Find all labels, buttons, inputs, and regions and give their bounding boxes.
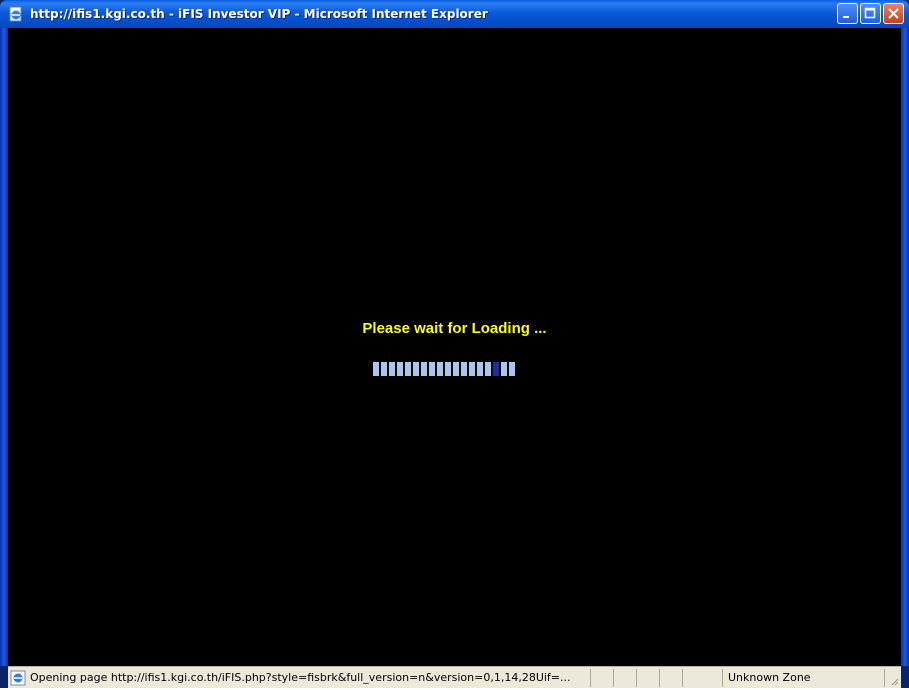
progress-segment (381, 362, 387, 376)
progress-segment (437, 362, 443, 376)
progress-segment (397, 362, 403, 376)
progress-segment (469, 362, 475, 376)
status-pane-divider (722, 669, 723, 687)
loading-progress-bar (373, 362, 515, 376)
page-content: Please wait for Loading ... (8, 28, 901, 666)
maximize-button[interactable] (860, 3, 881, 24)
close-icon (888, 8, 899, 19)
maximize-icon (864, 7, 876, 19)
ie-status-icon (10, 670, 26, 686)
progress-segment (405, 362, 411, 376)
status-pane-divider (590, 669, 591, 687)
minimize-button[interactable] (837, 3, 858, 24)
status-pane-divider (613, 669, 614, 687)
title-bar[interactable]: http://ifis1.kgi.co.th - iFIS Investor V… (0, 0, 909, 28)
progress-segment-active (493, 362, 499, 376)
progress-segment (485, 362, 491, 376)
close-button[interactable] (883, 3, 904, 24)
progress-segment (445, 362, 451, 376)
status-pane-divider (682, 669, 683, 687)
resize-grip-icon[interactable] (889, 676, 899, 686)
window-title: http://ifis1.kgi.co.th - iFIS Investor V… (30, 7, 488, 21)
progress-segment (373, 362, 379, 376)
progress-segment (413, 362, 419, 376)
status-text: Opening page http://ifis1.kgi.co.th/iFIS… (30, 671, 571, 684)
progress-segment (461, 362, 467, 376)
status-pane-divider (659, 669, 660, 687)
status-pane-divider (636, 669, 637, 687)
progress-segment (389, 362, 395, 376)
progress-segment (429, 362, 435, 376)
ie-page-icon (8, 6, 24, 22)
progress-segment (477, 362, 483, 376)
browser-window: http://ifis1.kgi.co.th - iFIS Investor V… (0, 0, 909, 688)
window-border-left (0, 28, 8, 666)
status-pane-divider (884, 669, 885, 687)
status-bar: Opening page http://ifis1.kgi.co.th/iFIS… (8, 666, 901, 688)
progress-segment (453, 362, 459, 376)
security-zone: Unknown Zone (728, 671, 811, 684)
window-border-right (901, 28, 909, 666)
progress-segment (509, 362, 515, 376)
minimize-icon (843, 16, 849, 18)
progress-segment (421, 362, 427, 376)
loading-message: Please wait for Loading ... (362, 320, 547, 337)
progress-segment (501, 362, 507, 376)
